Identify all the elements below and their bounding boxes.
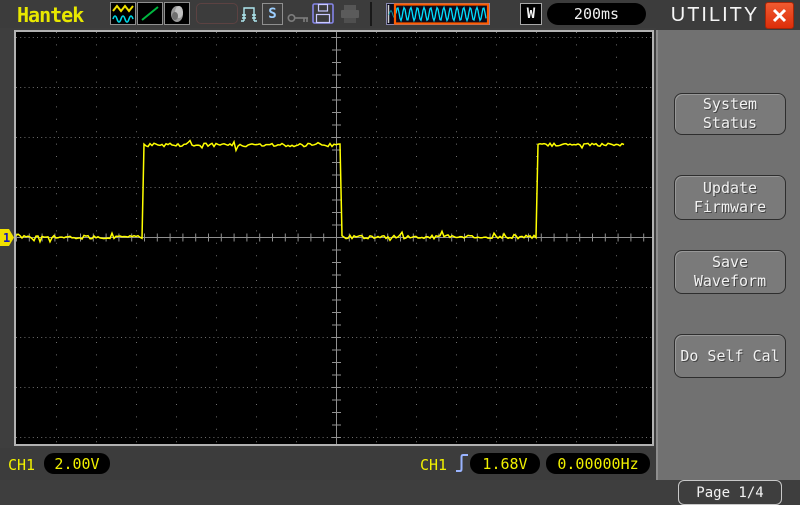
rising-edge-glyph	[455, 452, 470, 475]
key-glyph	[287, 12, 310, 24]
graticule-and-trace	[16, 32, 652, 444]
window-icon[interactable]: W	[520, 3, 542, 25]
trigger-level-value: 1.68V	[482, 455, 527, 473]
channel-number: 1	[3, 231, 10, 245]
system-status-button[interactable]: System Status	[674, 93, 786, 135]
menu-header: UTILITY	[656, 0, 800, 30]
printer-glyph	[339, 4, 362, 24]
scope-display-bezel: 1	[0, 28, 656, 448]
scope-screen	[14, 30, 654, 446]
waveform-icon[interactable]	[110, 2, 136, 25]
key-icon[interactable]	[287, 9, 310, 28]
waveform-icon-glyph	[112, 4, 134, 23]
s-mode-icon[interactable]: S	[262, 3, 283, 25]
page-button[interactable]: Page 1/4	[678, 480, 782, 505]
update-firmware-button[interactable]: Update Firmware	[674, 175, 786, 220]
save-icon[interactable]	[312, 3, 335, 29]
channel1-marker-glyph: 1	[0, 229, 14, 246]
brand-logo: Hantek	[17, 3, 83, 27]
pulse-icon[interactable]	[240, 5, 260, 27]
timebase-readout: 200ms	[547, 3, 646, 25]
window-label: W	[527, 6, 535, 22]
print-icon[interactable]	[339, 4, 362, 28]
menu-title: UTILITY	[671, 4, 759, 27]
toolbar-divider	[370, 2, 372, 26]
channel1-position-marker[interactable]: 1	[0, 229, 14, 246]
status-bar: CH1 2.00V CH1 1.68V 0.00000Hz	[0, 448, 656, 480]
close-button[interactable]	[765, 2, 794, 29]
trigger-frequency-value: 0.00000Hz	[557, 455, 638, 473]
thumb-glyph	[166, 4, 188, 23]
trigger-source-label: CH1	[420, 456, 447, 474]
save-waveform-button[interactable]: Save Waveform	[674, 250, 786, 294]
top-toolbar: Hantek S	[0, 0, 656, 28]
ch1-label: CH1	[8, 456, 35, 474]
floppy-glyph	[312, 3, 335, 25]
ch1-scale-readout: 2.00V	[44, 453, 110, 474]
close-icon	[772, 8, 787, 23]
rising-edge-icon	[455, 452, 470, 479]
trigger-level-readout: 1.68V	[470, 453, 540, 474]
trigger-frequency-readout: 0.00000Hz	[546, 453, 650, 474]
ch1-scale-value: 2.00V	[54, 455, 99, 473]
record-preview[interactable]	[386, 3, 490, 29]
timebase-value: 200ms	[574, 5, 619, 23]
thumb-icon[interactable]	[164, 2, 190, 25]
utility-menu-panel: UTILITY System Status Update Firmware Sa…	[656, 0, 800, 480]
s-mode-label: S	[268, 6, 276, 22]
green-line-icon[interactable]	[137, 2, 163, 25]
menu-body: System Status Update Firmware Save Wavef…	[656, 30, 800, 480]
empty-readout-field	[196, 3, 238, 24]
green-line-glyph	[139, 4, 161, 23]
record-preview-glyph	[386, 3, 490, 25]
pulse-glyph	[240, 5, 260, 23]
do-self-cal-button[interactable]: Do Self Cal	[674, 334, 786, 378]
